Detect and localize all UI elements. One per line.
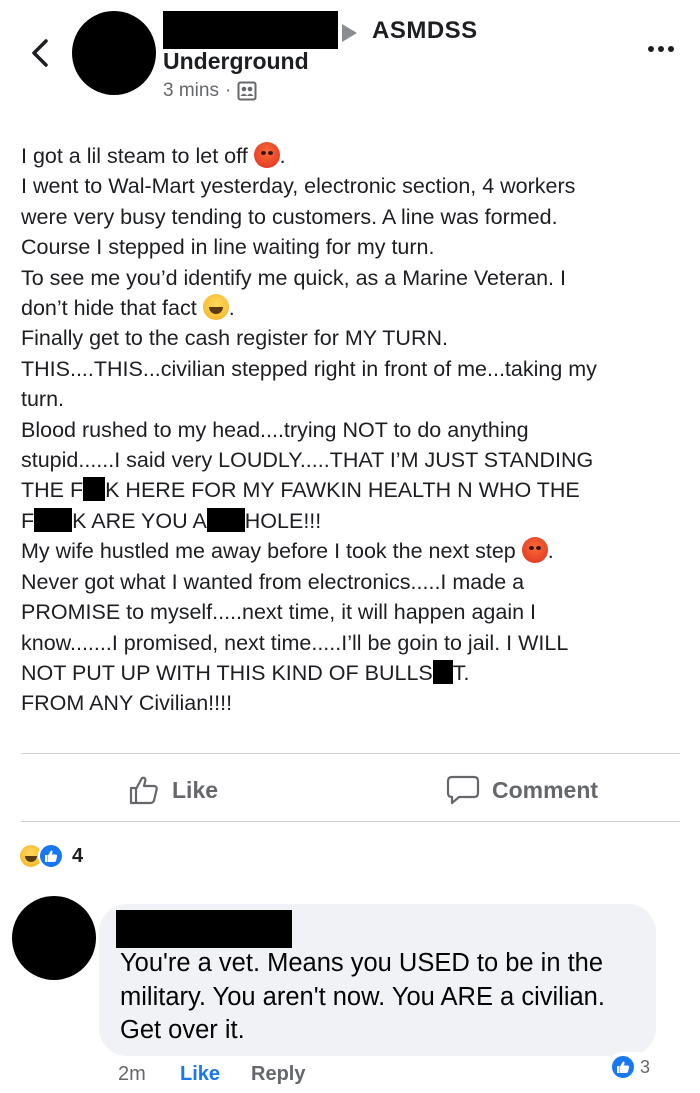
post-line: T. (452, 660, 470, 685)
post-line: Blood rushed to my head....trying NOT to… (21, 417, 529, 442)
post-meta: 3 mins · (163, 80, 257, 102)
post-line: don’t hide that fact (21, 296, 197, 321)
group-name[interactable]: ASMDSS (372, 17, 478, 45)
post-line: NOT PUT UP WITH THIS KIND OF BULLS (21, 660, 433, 685)
post-line-end: . (547, 539, 554, 564)
post-line: Finally get to the cash register for MY … (21, 326, 448, 351)
reaction-count: 4 (72, 844, 84, 867)
comment-line: Get over it. (120, 1016, 245, 1044)
like-reaction-icon (38, 843, 64, 869)
post-line: K ARE YOU A (72, 508, 207, 533)
divider (21, 753, 680, 754)
comment-icon (446, 775, 480, 805)
comment-line: You're a vet. Means you USED to be in th… (120, 949, 604, 977)
comment-time: 2m (118, 1063, 146, 1085)
post-line: To see me you’d identify me quick, as a … (21, 265, 566, 290)
comment-reply-button[interactable]: Reply (251, 1063, 305, 1086)
chevron-left-icon[interactable] (30, 38, 50, 68)
like-button[interactable]: Like (128, 770, 218, 810)
comment-label: Comment (492, 776, 599, 803)
comment-like-button[interactable]: Like (180, 1063, 220, 1086)
angry-emoji-icon (253, 142, 280, 168)
post-line: I got a lil steam to let off (21, 144, 248, 168)
post-line: know.......I promised, next time.....I’l… (21, 630, 569, 655)
redacted-name (163, 11, 338, 49)
post-line: HOLE!!! (244, 508, 322, 533)
meta-separator: · (224, 80, 232, 101)
reaction-summary[interactable]: 4 (18, 843, 83, 869)
comment-reaction-badge[interactable]: 3 (608, 1052, 655, 1082)
post-line: turn. (21, 387, 65, 412)
author-avatar[interactable] (72, 11, 156, 95)
post-line: PROMISE to myself.....next time, it will… (21, 600, 537, 625)
angry-emoji-icon (521, 537, 548, 564)
laughing-emoji-icon (202, 294, 229, 321)
redaction-box (34, 507, 73, 532)
post-line-end: . (279, 144, 286, 168)
post-line: K HERE FOR MY FAWKIN HEALTH N WHO THE (105, 478, 580, 503)
divider (21, 821, 680, 822)
comment-text: You're a vet. Means you USED to be in th… (120, 947, 640, 1048)
more-options-icon[interactable] (648, 46, 674, 52)
group-arrow-icon (342, 24, 357, 42)
group-audience-icon (237, 81, 257, 101)
comment-button[interactable]: Comment (446, 770, 598, 810)
post-line: THIS....THIS...civilian stepped right in… (21, 356, 597, 381)
post-line: FROM ANY Civilian!!!! (21, 691, 233, 716)
redaction-box (432, 659, 453, 684)
post-line: I went to Wal-Mart yesterday, electronic… (21, 174, 576, 199)
redaction-box (83, 477, 106, 502)
like-reaction-icon (610, 1054, 636, 1080)
post-time[interactable]: 3 mins (163, 80, 219, 102)
redaction-box (206, 507, 245, 532)
thumbs-up-icon (129, 776, 158, 805)
post-line: were very busy tending to customers. A l… (21, 204, 558, 229)
comment-reaction-count: 3 (640, 1056, 651, 1077)
comment-line: military. You aren't now. You ARE a civi… (120, 982, 605, 1011)
post-line: Never got what I wanted from electronics… (21, 569, 525, 594)
post-line: F (21, 508, 35, 533)
author-name[interactable]: Underground (163, 48, 309, 75)
redacted-commenter-name (116, 910, 292, 948)
like-label: Like (172, 776, 219, 803)
post-line-end: . (228, 296, 235, 321)
post-line: stupid......I said very LOUDLY.....THAT … (21, 448, 594, 473)
post-body: I got a lil steam to let off . I went to… (21, 141, 686, 719)
post-line: THE F (21, 478, 84, 503)
post-line: Course I stepped in line waiting for my … (21, 235, 435, 260)
commenter-avatar[interactable] (12, 896, 96, 980)
post-line: My wife hustled me away before I took th… (21, 539, 516, 564)
